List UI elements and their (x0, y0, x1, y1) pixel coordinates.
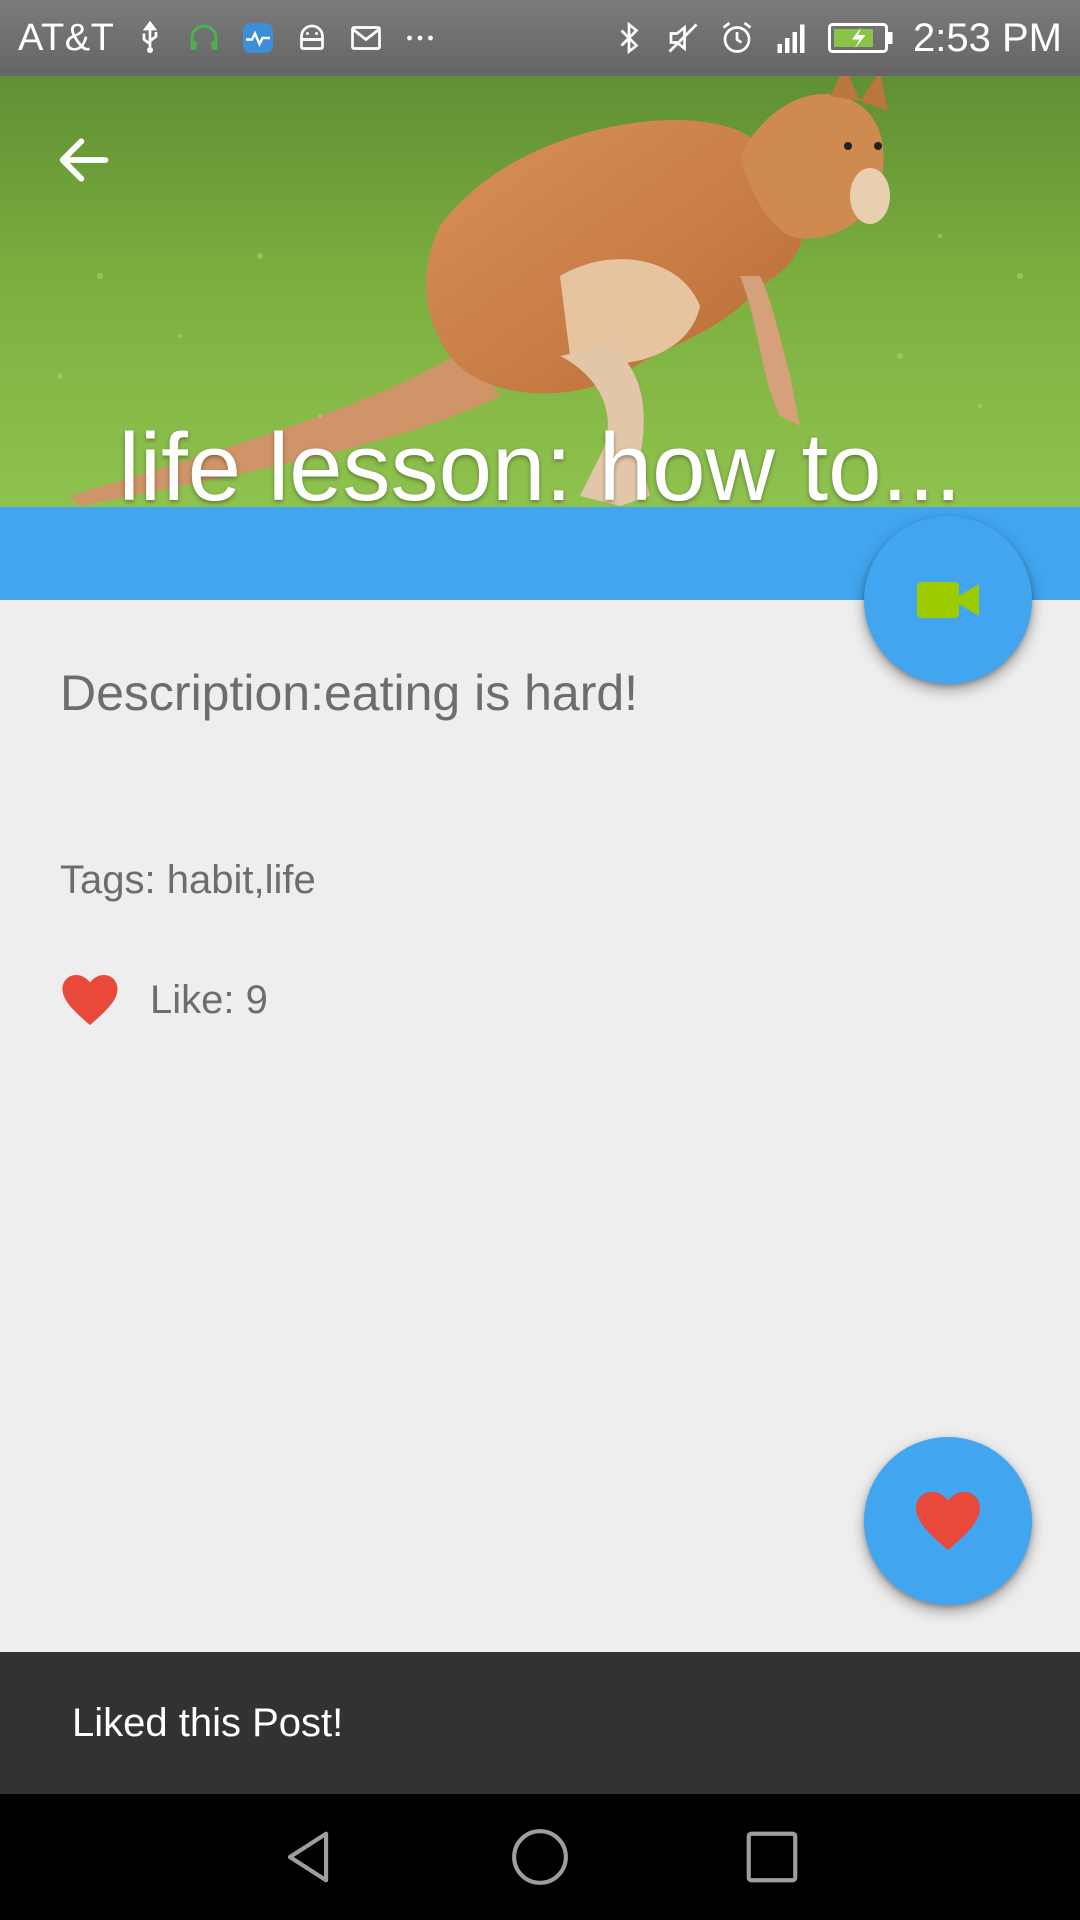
more-notifications-icon (402, 20, 438, 56)
home-circle-icon (512, 1829, 568, 1885)
headset-icon (186, 20, 222, 56)
mute-icon (665, 20, 701, 56)
play-video-button[interactable] (864, 516, 1032, 684)
nav-back-button[interactable] (277, 1826, 339, 1888)
post-tags: Tags: habit,life (60, 858, 316, 902)
like-row: Like: 9 (60, 972, 268, 1028)
back-triangle-icon (287, 1831, 329, 1883)
post-title: life lesson: how to... (118, 413, 962, 507)
status-right: 2:53 PM (611, 16, 1062, 61)
video-camera-icon (917, 582, 979, 618)
snackbar-message: Liked this Post! (72, 1700, 344, 1745)
usb-icon (132, 20, 168, 56)
bluetooth-icon (611, 20, 647, 56)
like-button[interactable] (864, 1437, 1032, 1605)
arrow-left-icon (59, 138, 109, 182)
nav-recents-button[interactable] (741, 1826, 803, 1888)
alarm-icon (719, 20, 755, 56)
android-icon (294, 20, 330, 56)
post-description: Description:eating is hard! (60, 665, 639, 721)
mail-icon (348, 20, 384, 56)
navigation-bar (0, 1794, 1080, 1920)
recents-square-icon (746, 1831, 798, 1883)
battery-charging-icon (827, 20, 895, 56)
header-image: life lesson: how to... (0, 76, 1080, 507)
carrier-name: AT&T (18, 16, 115, 59)
back-button[interactable] (52, 128, 116, 192)
nav-home-button[interactable] (509, 1826, 571, 1888)
status-time: 2:53 PM (913, 15, 1062, 60)
status-left: AT&T (18, 17, 438, 60)
like-count: Like: 9 (150, 977, 268, 1022)
heart-icon (62, 975, 118, 1025)
snackbar: Liked this Post! (0, 1652, 1080, 1794)
heart-icon (916, 1491, 980, 1551)
signal-icon (773, 20, 809, 56)
health-app-icon (240, 20, 276, 56)
status-bar: AT&T 2:53 PM (0, 0, 1080, 76)
